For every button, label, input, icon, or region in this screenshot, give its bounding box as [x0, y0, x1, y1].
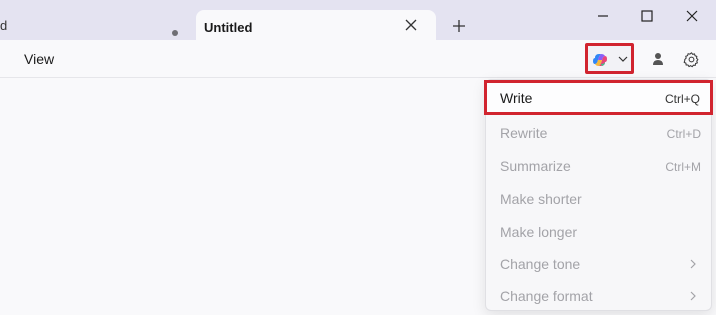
tab-previous-label: d	[0, 18, 8, 33]
copilot-icon	[593, 54, 607, 66]
menu-item-write[interactable]: Write Ctrl+Q	[484, 80, 713, 115]
tab-untitled-label: Untitled	[204, 20, 253, 35]
chevron-down-icon	[618, 56, 628, 62]
minimize-icon[interactable]	[592, 6, 614, 26]
menu-item-summarize[interactable]: Summarize Ctrl+M	[486, 150, 713, 182]
chevron-right-icon	[690, 259, 696, 269]
title-bar: d Untitled	[0, 0, 716, 43]
menu-item-label: Rewrite	[500, 125, 548, 141]
profile-icon[interactable]	[650, 51, 666, 67]
menu-item-make-longer[interactable]: Make longer	[486, 216, 713, 248]
tab-untitled[interactable]: Untitled	[196, 10, 436, 43]
menu-view[interactable]: View	[24, 51, 54, 67]
unsaved-dot-icon	[172, 30, 178, 36]
toolbar: View	[0, 42, 716, 78]
copilot-button[interactable]	[585, 43, 634, 74]
menu-item-label: Change tone	[500, 256, 581, 272]
maximize-icon[interactable]	[636, 6, 658, 26]
menu-item-label: Make longer	[500, 224, 578, 240]
menu-item-shortcut: Ctrl+M	[665, 160, 701, 174]
menu-item-change-format[interactable]: Change format	[486, 280, 713, 312]
menu-item-change-tone[interactable]: Change tone	[486, 248, 713, 280]
gear-icon[interactable]	[683, 51, 700, 68]
menu-item-label: Summarize	[500, 158, 571, 174]
menu-item-label: Change format	[500, 288, 593, 304]
close-icon[interactable]	[404, 18, 418, 32]
menu-item-label: Make shorter	[500, 191, 582, 207]
tab-previous[interactable]: d	[0, 9, 192, 40]
new-tab-icon[interactable]	[451, 18, 467, 34]
menu-item-make-shorter[interactable]: Make shorter	[486, 183, 713, 215]
menu-item-shortcut: Ctrl+Q	[664, 92, 700, 106]
copilot-dropdown-menu: Write Ctrl+Q Rewrite Ctrl+D Summarize Ct…	[484, 79, 713, 312]
chevron-right-icon	[690, 291, 696, 301]
menu-item-shortcut: Ctrl+D	[666, 127, 701, 141]
menu-item-rewrite[interactable]: Rewrite Ctrl+D	[486, 117, 713, 149]
menu-item-label: Write	[500, 90, 533, 106]
window-close-icon[interactable]	[681, 6, 703, 26]
